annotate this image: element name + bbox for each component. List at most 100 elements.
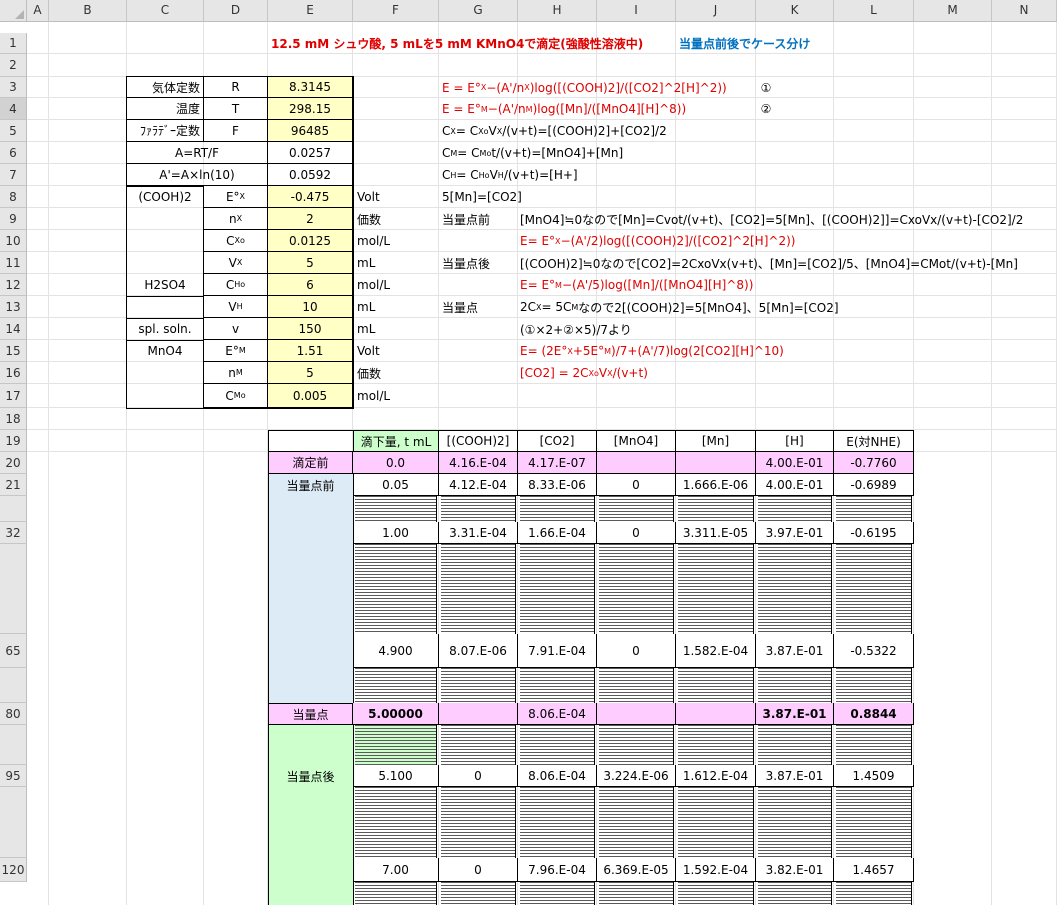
param-unit[interactable]: mol/L [354,274,393,296]
param-value[interactable]: 0.0125 [268,230,353,252]
param-label[interactable]: 気体定数 [127,77,204,98]
row-header[interactable]: 4 [0,98,27,120]
column-header-n[interactable]: N [992,0,1057,22]
param-label[interactable]: A'=A×ln(10) [127,164,268,186]
param-unit[interactable]: 価数 [354,208,384,230]
balance-x[interactable]: CX = C Xo V X/(v+t)=[(COOH)2]+[CO2]/2 [439,120,670,142]
before-equiv-text[interactable]: [MnO4]≒0なので[Mn]=Cvot/(v+t)、[CO2]=5[Mn]、[… [517,208,1026,230]
table-header[interactable]: E(対NHE) [834,430,914,452]
label-pre-equivalence[interactable]: 当量点前 [268,474,353,496]
table-cell-e[interactable]: 0.8844 [834,703,914,725]
param-label[interactable]: spl. soln. [127,318,204,340]
select-all-corner[interactable] [0,0,27,22]
table-cell-t[interactable]: 5.00000 [353,703,439,725]
param-symbol[interactable]: VX [204,252,268,274]
balance-h[interactable]: CH = C Ho V H/(v+t)=[H+] [439,164,581,186]
row-header[interactable]: 19 [0,430,27,452]
table-cell-h[interactable]: 3.87.E-01 [756,634,834,668]
table-cell-cooh[interactable]: 4.16.E-04 [439,452,518,474]
label-before-titration[interactable]: 滴定前 [268,452,353,474]
table-cell-cooh[interactable] [439,703,518,725]
equiv-equation[interactable]: E= (2E° X +5E° M)/7+(A'/7)log(2[CO2][H]^10) [517,340,787,362]
table-cell-co2[interactable]: 4.17.E-07 [518,452,597,474]
table-cell-mno4[interactable]: 3.224.E-06 [597,765,676,787]
table-cell-t[interactable]: 5.100 [353,765,439,787]
equiv-text[interactable]: 2C X = 5C M なので2[(COOH)2]=5[MnO4]、5[Mn]=[C… [517,296,842,318]
table-cell-mno4[interactable] [597,703,676,725]
table-cell-e[interactable]: -0.6195 [834,522,914,544]
table-cell-h[interactable]: 4.00.E-01 [756,474,834,496]
balance-m[interactable]: CM = C Mo t/(v+t)=[MnO4]+[Mn] [439,142,626,164]
param-unit[interactable]: mL [354,318,378,340]
table-cell-co2[interactable]: 8.33.E-06 [518,474,597,496]
row-header[interactable]: 10 [0,230,27,252]
row-header[interactable]: 13 [0,296,27,318]
table-cell-t[interactable]: 7.00 [353,858,439,882]
table-cell-e[interactable]: 1.4509 [834,765,914,787]
row-header[interactable]: 95 [0,765,27,787]
table-cell-co2[interactable]: 1.66.E-04 [518,522,597,544]
equation-1[interactable]: E = E° X −(A'/n X)log([(COOH)2]/([CO2]^2[H]… [439,77,730,98]
param-value[interactable]: 298.15 [268,98,353,120]
table-cell-mn[interactable]: 3.311.E-05 [676,522,756,544]
param-value[interactable]: 1.51 [268,340,353,362]
table-header[interactable]: [Mn] [676,430,756,452]
table-cell-h[interactable]: 3.87.E-01 [756,703,834,725]
table-cell-t[interactable]: 0.05 [353,474,439,496]
param-value[interactable]: 0.0257 [268,142,353,164]
after-equiv-text[interactable]: [(COOH)2]≒0なので[CO2]=2CxoVx(v+t)、[Mn]=[CO… [517,252,1021,274]
table-cell-mn[interactable]: 1.612.E-04 [676,765,756,787]
param-label[interactable]: MnO4 [127,340,204,362]
param-unit[interactable]: 価数 [354,362,384,384]
equation-2-mark[interactable]: ② [756,98,776,120]
param-label[interactable]: A=RT/F [127,142,268,164]
table-header[interactable]: 滴下量, t mL [353,430,439,452]
table-header[interactable]: [H] [756,430,834,452]
column-header-j[interactable]: J [676,0,756,22]
table-cell-mn[interactable]: 1.592.E-04 [676,858,756,882]
table-cell-co2[interactable]: 8.06.E-04 [518,765,597,787]
table-cell-mn[interactable]: 1.582.E-04 [676,634,756,668]
label-post-equivalence[interactable]: 当量点後 [268,765,353,787]
row-header[interactable]: 120 [0,858,27,882]
table-cell-e[interactable]: -0.6989 [834,474,914,496]
row-header[interactable]: 15 [0,340,27,362]
equiv-label[interactable]: 当量点 [439,296,481,318]
param-unit[interactable]: mol/L [354,384,393,408]
param-value[interactable]: 5 [268,362,353,384]
table-cell-mno4[interactable] [597,452,676,474]
param-symbol[interactable]: VH [204,296,268,318]
table-cell-mno4[interactable]: 0 [597,634,676,668]
column-header-f[interactable]: F [353,0,439,22]
param-symbol[interactable]: C Ho [204,274,268,296]
param-symbol[interactable]: v [204,318,268,340]
column-header-m[interactable]: M [914,0,992,22]
after-equiv-label[interactable]: 当量点後 [439,252,493,274]
param-symbol[interactable]: C Mo [204,384,268,408]
column-header-i[interactable]: I [597,0,676,22]
param-symbol[interactable]: F [204,120,268,142]
before-equiv-label[interactable]: 当量点前 [439,208,493,230]
row-header[interactable]: 18 [0,408,27,430]
table-cell-mno4[interactable]: 0 [597,474,676,496]
param-value[interactable]: -0.475 [268,186,353,208]
row-header[interactable]: 3 [0,77,27,98]
row-header[interactable]: 32 [0,522,27,544]
table-cell-cooh[interactable]: 3.31.E-04 [439,522,518,544]
column-header-h[interactable]: H [518,0,597,22]
table-cell-e[interactable]: -0.5322 [834,634,914,668]
row-header[interactable]: 7 [0,164,27,186]
table-header[interactable]: [MnO4] [597,430,676,452]
row-header[interactable]: 12 [0,274,27,296]
table-cell-co2[interactable]: 7.96.E-04 [518,858,597,882]
after-equiv-equation[interactable]: E= E° M −(A'/5)log([Mn]/([MnO4][H]^8)) [517,274,756,296]
table-cell-e[interactable]: 1.4657 [834,858,914,882]
column-header-g[interactable]: G [439,0,518,22]
table-cell-e[interactable]: -0.7760 [834,452,914,474]
row-header[interactable]: 80 [0,703,27,725]
row-header[interactable]: 1 [0,33,27,54]
param-label[interactable]: 温度 [127,98,204,120]
row-header[interactable]: 17 [0,384,27,408]
row-header[interactable]: 8 [0,186,27,208]
column-header-l[interactable]: L [834,0,914,22]
